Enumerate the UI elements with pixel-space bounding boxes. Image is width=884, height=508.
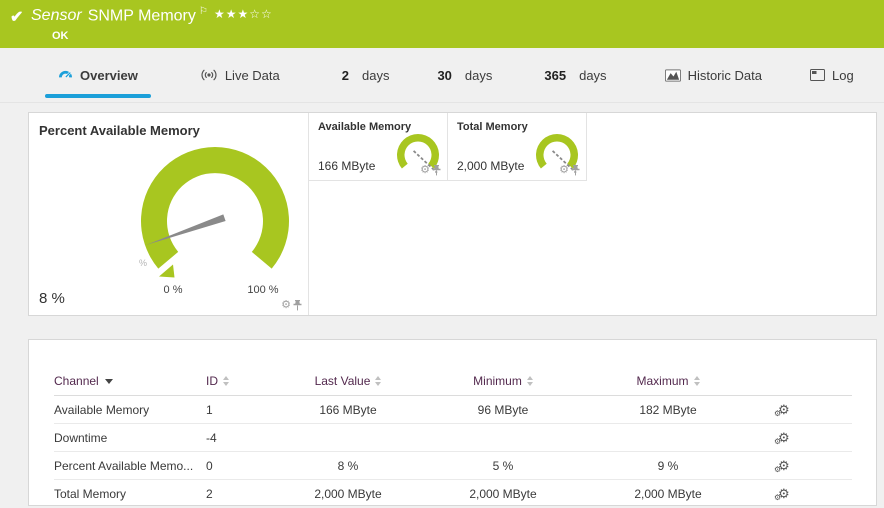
tab-number: 2 [342, 68, 349, 83]
table-row: Downtime -4 ⚙⚙ [54, 424, 852, 452]
column-header-maximum[interactable]: Maximum [588, 370, 748, 396]
gauge-value: 166 MByte [318, 159, 375, 173]
channel-settings-gear-icon[interactable]: ⚙ [559, 165, 569, 176]
channel-name: Downtime [54, 424, 206, 452]
channel-id: 0 [206, 452, 278, 480]
channel-settings-gear-icon[interactable]: ⚙ [420, 165, 430, 176]
sensor-name: SNMP Memory [88, 7, 196, 24]
priority-stars[interactable]: ★★★☆☆ [214, 7, 273, 21]
tab-label: days [362, 68, 389, 83]
tab-30-days[interactable]: 30 days [437, 56, 492, 94]
table-header-row: Channel ID Last Value Minimum Maximum [54, 370, 852, 396]
channel-name: Available Memory [54, 396, 206, 424]
table-row: Total Memory 2 2,000 MByte 2,000 MByte 2… [54, 480, 852, 508]
pin-icon[interactable] [293, 300, 302, 311]
tab-label: Overview [80, 68, 138, 83]
channel-maximum: 9 % [588, 452, 748, 480]
live-data-icon [200, 69, 218, 81]
tab-label: days [465, 68, 492, 83]
channel-last-value [278, 424, 418, 452]
edit-channel-gears-icon[interactable]: ⚙⚙ [778, 458, 790, 474]
table-row: Percent Available Memo... 0 8 % 5 % 9 % … [54, 452, 852, 480]
gauges-panel: Percent Available Memory % 0 % 100 % 8 %… [28, 112, 877, 316]
column-header-minimum[interactable]: Minimum [418, 370, 588, 396]
column-header-channel[interactable]: Channel [54, 370, 206, 396]
status-check-icon: ✔ [10, 7, 23, 27]
sensor-type-label: Sensor [31, 7, 82, 24]
log-window-icon [810, 69, 825, 81]
sort-desc-icon [105, 379, 113, 384]
status-badge: OK [52, 30, 69, 42]
gauge-tile-percent-available-memory[interactable]: Percent Available Memory % 0 % 100 % 8 %… [29, 113, 309, 315]
edit-channel-gears-icon[interactable]: ⚙⚙ [778, 486, 790, 502]
tab-label: days [579, 68, 606, 83]
gauge-tile-total-memory[interactable]: Total Memory 2,000 MByte ⚙ [448, 113, 587, 181]
tab-number: 30 [437, 68, 451, 83]
tab-label: Live Data [225, 68, 280, 83]
table-row: Available Memory 1 166 MByte 96 MByte 18… [54, 396, 852, 424]
pin-icon[interactable] [432, 165, 441, 176]
channel-last-value: 8 % [278, 452, 418, 480]
channel-id: -4 [206, 424, 278, 452]
tab-live-data[interactable]: Live Data [200, 56, 280, 94]
edit-channel-gears-icon[interactable]: ⚙⚙ [778, 430, 790, 446]
channel-maximum: 2,000 MByte [588, 480, 748, 508]
tab-365-days[interactable]: 365 days [544, 56, 606, 94]
gauge-title: Available Memory [309, 113, 447, 133]
channel-last-value: 166 MByte [278, 396, 418, 424]
flag-icon[interactable]: ⚐ [199, 6, 208, 17]
channels-panel: Channel ID Last Value Minimum Maximum [28, 339, 877, 506]
channel-last-value: 2,000 MByte [278, 480, 418, 508]
area-chart-icon [665, 69, 681, 82]
tab-label: Log [832, 68, 854, 83]
gauge-value: 2,000 MByte [457, 159, 524, 173]
sort-icon [223, 376, 229, 386]
stars-empty: ☆☆ [249, 7, 273, 21]
tab-number: 365 [544, 68, 566, 83]
gauge-tile-available-memory[interactable]: Available Memory 166 MByte ⚙ [309, 113, 448, 181]
page-title: Sensor SNMP Memory⚐ [31, 6, 208, 25]
column-header-actions [748, 370, 852, 396]
channel-minimum [418, 424, 588, 452]
channel-id: 1 [206, 396, 278, 424]
channels-table: Channel ID Last Value Minimum Maximum [54, 370, 852, 508]
column-header-last-value[interactable]: Last Value [278, 370, 418, 396]
channel-maximum: 182 MByte [588, 396, 748, 424]
sensor-status-bar: ✔ Sensor SNMP Memory⚐ ★★★☆☆ OK [0, 0, 884, 48]
channel-name: Percent Available Memo... [54, 452, 206, 480]
sort-icon [527, 376, 533, 386]
sensor-tab-bar: Overview Live Data 2 days 30 days 365 da… [0, 48, 884, 103]
percent-gauge: % [29, 113, 309, 293]
tab-label: Historic Data [688, 68, 762, 83]
sort-icon [694, 376, 700, 386]
column-header-id[interactable]: ID [206, 370, 278, 396]
edit-channel-gears-icon[interactable]: ⚙⚙ [778, 402, 790, 418]
gauge-unit-hint: % [139, 258, 147, 268]
stars-filled: ★★★ [214, 7, 249, 21]
channel-minimum: 96 MByte [418, 396, 588, 424]
tab-log[interactable]: Log [810, 56, 854, 94]
gauge-value: 8 % [39, 290, 65, 307]
channel-name: Total Memory [54, 480, 206, 508]
channel-minimum: 5 % [418, 452, 588, 480]
channel-id: 2 [206, 480, 278, 508]
pin-icon[interactable] [571, 165, 580, 176]
sort-icon [375, 376, 381, 386]
tab-2-days[interactable]: 2 days [342, 56, 390, 94]
gauge-scale-max: 100 % [237, 284, 289, 296]
gauge-scale-min: 0 % [151, 284, 195, 296]
channel-settings-gear-icon[interactable]: ⚙ [281, 300, 291, 311]
channel-maximum [588, 424, 748, 452]
gauge-icon [58, 69, 73, 82]
channel-minimum: 2,000 MByte [418, 480, 588, 508]
gauge-title: Total Memory [448, 113, 586, 133]
tab-historic-data[interactable]: Historic Data [665, 56, 762, 94]
tab-overview[interactable]: Overview [58, 56, 138, 94]
